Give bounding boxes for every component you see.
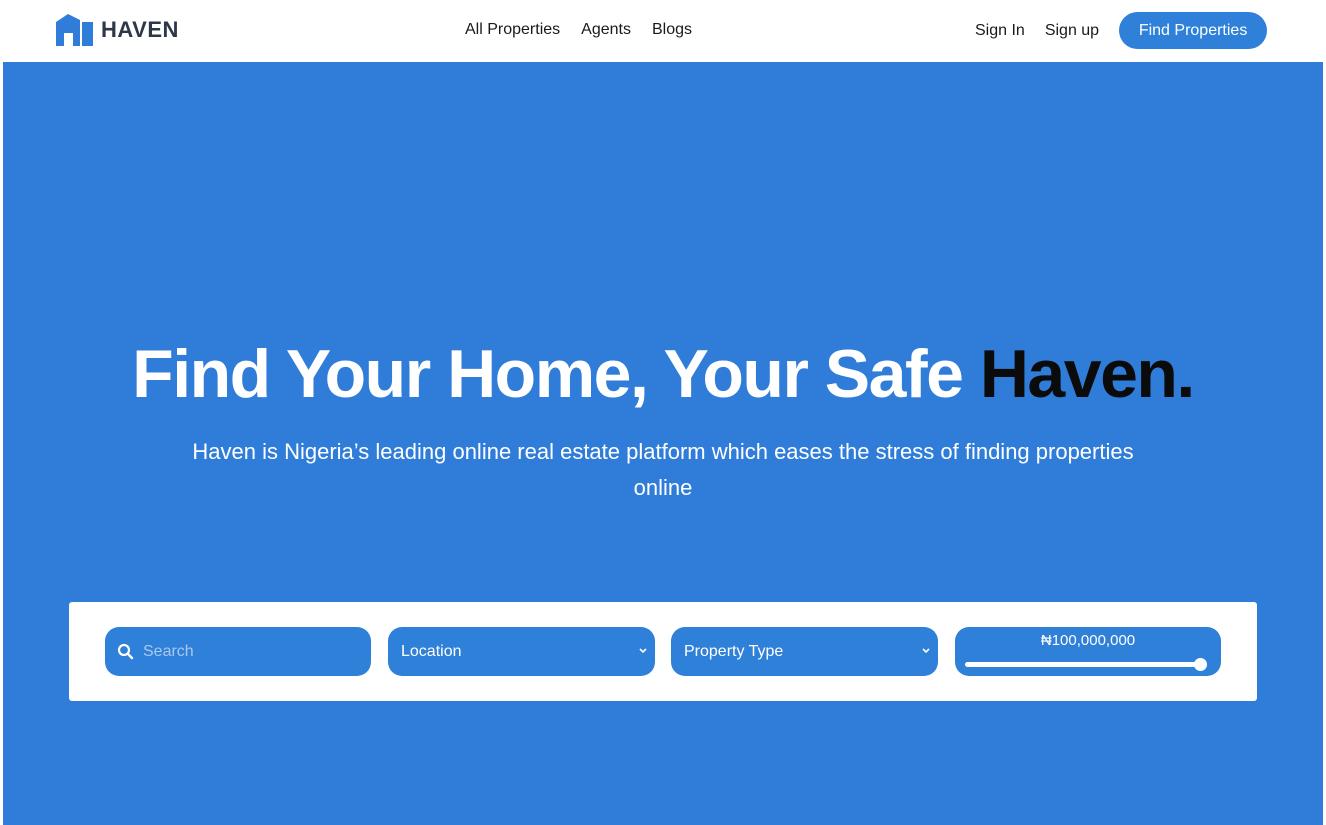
brand-logo[interactable]: HAVEN [56,14,179,46]
nav-actions: Sign In Sign up Find Properties [975,12,1268,49]
hero-section: Find Your Home, Your Safe Haven. Haven i… [3,62,1323,825]
property-type-select[interactable]: Property Type [671,627,938,676]
location-select-label: Location [401,643,462,660]
house-logo-icon [56,14,93,46]
search-icon [117,643,134,660]
chevron-down-icon [922,648,930,654]
nav-link-all-properties[interactable]: All Properties [465,19,560,41]
nav-link-blogs[interactable]: Blogs [652,19,692,41]
top-navbar: HAVEN All Properties Agents Blogs Sign I… [0,0,1326,62]
sign-in-link[interactable]: Sign In [975,13,1025,49]
property-type-select-label: Property Type [684,643,784,660]
sign-up-link[interactable]: Sign up [1045,13,1099,49]
hero-title: Find Your Home, Your Safe Haven. [3,334,1323,414]
nav-link-agents[interactable]: Agents [581,19,631,41]
price-slider-track[interactable] [965,662,1205,667]
main-nav: All Properties Agents Blogs [465,19,713,41]
brand-name: HAVEN [101,17,179,42]
price-range-field: ₦100,000,000 [955,627,1221,676]
price-slider-thumb[interactable] [1194,658,1207,671]
find-properties-button[interactable]: Find Properties [1119,12,1268,49]
search-panel: Location Property Type ₦100,000,000 [69,602,1257,701]
location-select[interactable]: Location [388,627,655,676]
search-input[interactable] [143,627,353,676]
hero-title-accent: Haven. [979,336,1196,412]
search-field[interactable] [105,627,371,676]
chevron-down-icon [639,648,647,654]
hero-subtitle: Haven is Nigeria’s leading online real e… [192,439,1134,500]
price-value: ₦100,000,000 [1040,632,1136,649]
hero-title-main: Find Your Home, Your Safe [132,336,980,412]
